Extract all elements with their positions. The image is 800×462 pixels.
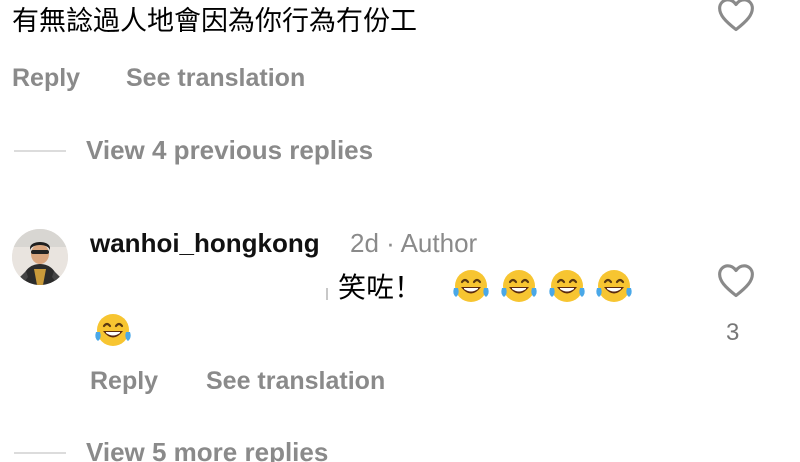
heart-outline-icon[interactable]	[716, 0, 756, 32]
like-count: 3	[726, 319, 740, 346]
reply-button[interactable]: Reply	[90, 366, 158, 396]
text-cursor-mark	[326, 288, 328, 300]
reply-comment-text: 笑咗！	[338, 271, 423, 304]
heart-outline-icon[interactable]	[716, 262, 756, 298]
comments-view: 有無諗過人地會因為你行為冇份工 Reply See translation Vi…	[0, 0, 800, 462]
comment-username[interactable]: wanhoi_hongkong	[90, 228, 320, 258]
view-more-replies-button[interactable]: View 5 more replies	[86, 437, 328, 462]
face-with-tears-of-joy-icon	[549, 270, 585, 302]
thread-divider	[14, 150, 66, 152]
thread-divider	[14, 452, 66, 454]
comment-meta: 2d · Author	[350, 228, 478, 258]
view-previous-replies-button[interactable]: View 4 previous replies	[86, 135, 373, 165]
face-with-tears-of-joy-icon	[95, 314, 131, 346]
face-with-tears-of-joy-icon	[596, 270, 632, 302]
comment-text: 有無諗過人地會因為你行為冇份工	[12, 6, 417, 37]
face-with-tears-of-joy-icon	[501, 270, 537, 302]
reply-button[interactable]: Reply	[12, 63, 80, 93]
see-translation-button[interactable]: See translation	[126, 63, 305, 93]
avatar[interactable]	[12, 229, 68, 285]
see-translation-button[interactable]: See translation	[206, 366, 385, 396]
avatar-image	[12, 229, 68, 285]
face-with-tears-of-joy-icon	[453, 270, 489, 302]
